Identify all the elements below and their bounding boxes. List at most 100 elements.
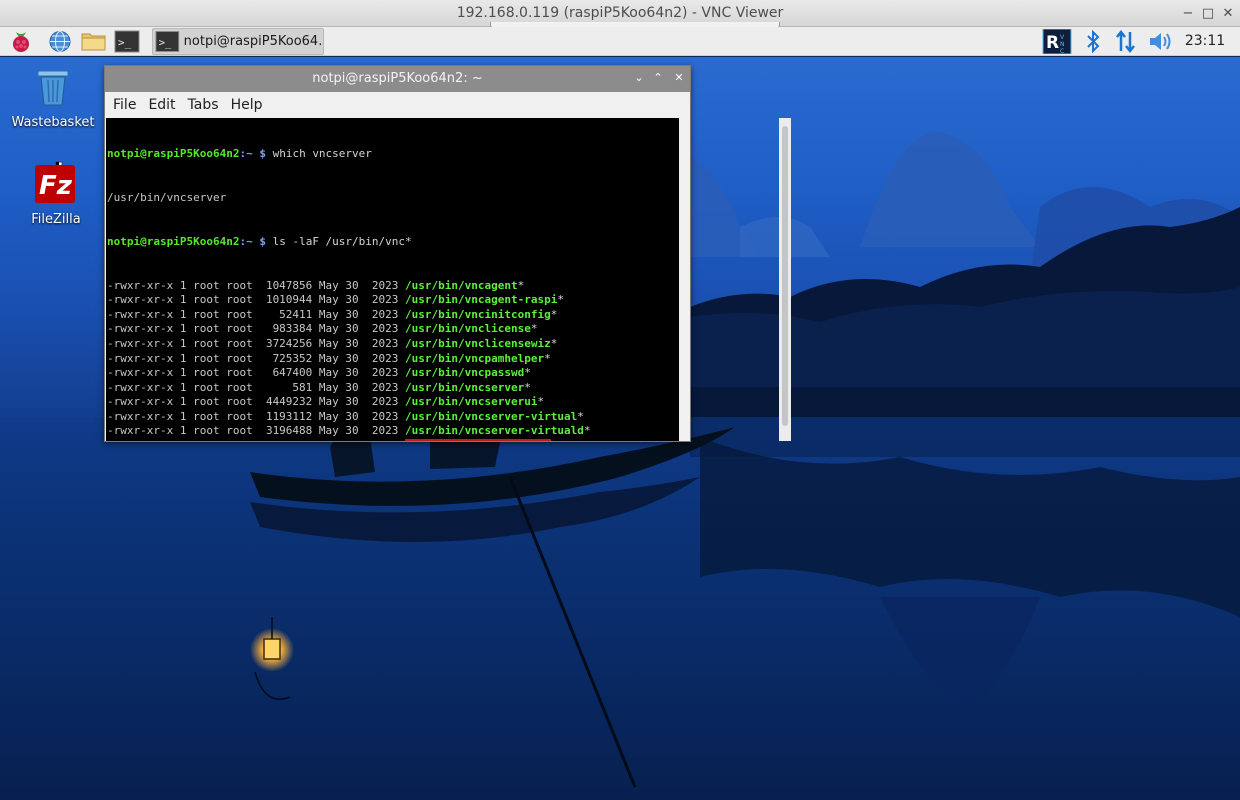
listing-meta: -rwsr-xr-x 1 root root 1606456 May 30 20…	[107, 439, 405, 441]
executable-marker: *	[530, 322, 538, 336]
listing-row: -rwxr-xr-x 1 root root 3196488 May 30 20…	[107, 424, 679, 439]
volume-icon[interactable]	[1147, 29, 1173, 54]
task-button-label: notpi@raspiP5Koo64...	[183, 34, 323, 49]
terminal-command-line: notpi@raspiP5Koo64n2:~ $ which vncserver	[107, 147, 679, 162]
desktop-wastebasket[interactable]: Wastebasket	[8, 67, 98, 130]
terminal-minimize-button[interactable]: ⌄	[631, 70, 647, 86]
executable-marker: *	[524, 380, 531, 394]
terminal-title: notpi@raspiP5Koo64n2: ~	[312, 71, 483, 86]
terminal-titlebar[interactable]: notpi@raspiP5Koo64n2: ~ ⌄ ⌃ ✕	[105, 66, 690, 92]
prompt-path: :~ $	[239, 234, 266, 248]
listing-file: /usr/bin/vnclicense	[405, 322, 531, 336]
listing-file: /usr/bin/vncpasswd	[405, 366, 525, 380]
terminal-scrollbar-thumb[interactable]	[782, 126, 788, 426]
file-listing: -rwxr-xr-x 1 root root 1047856 May 30 20…	[107, 279, 679, 441]
svg-text:N: N	[1060, 41, 1065, 48]
terminal-output[interactable]: notpi@raspiP5Koo64n2:~ $ which vncserver…	[106, 118, 679, 441]
svg-text:Fz: Fz	[39, 171, 73, 201]
listing-row: -rwxr-xr-x 1 root root 725352 May 30 202…	[107, 352, 679, 367]
svg-text:>_: >_	[118, 36, 132, 49]
file-manager-icon[interactable]	[80, 29, 106, 54]
listing-row: -rwxr-xr-x 1 root root 52411 May 30 2023…	[107, 308, 679, 323]
desktop[interactable]: Wastebasket Fz FileZilla notpi@raspiP5Ko…	[0, 57, 1240, 800]
listing-file: /usr/bin/vncserver	[405, 380, 525, 394]
terminal-window[interactable]: notpi@raspiP5Koo64n2: ~ ⌄ ⌃ ✕ File Edit …	[104, 65, 791, 442]
listing-meta: -rwxr-xr-x 1 root root 983384 May 30 202…	[107, 322, 406, 336]
listing-row: -rwxr-xr-x 1 root root 1010944 May 30 20…	[107, 293, 679, 308]
filezilla-icon: Fz	[35, 161, 75, 203]
listing-meta: -rwxr-xr-x 1 root root 52411 May 30 2023	[107, 307, 406, 321]
vnc-minimize-button[interactable]: −	[1178, 4, 1198, 24]
raspberry-menu-icon[interactable]	[8, 29, 34, 54]
realvnc-icon[interactable]: R V N C	[1042, 28, 1072, 55]
listing-row: -rwxr-xr-x 1 root root 647400 May 30 202…	[107, 366, 679, 381]
svg-text:R: R	[1046, 33, 1059, 53]
vnc-maximize-button[interactable]: □	[1198, 4, 1218, 24]
executable-marker: *	[537, 395, 545, 409]
executable-marker: *	[517, 278, 525, 292]
listing-file: /usr/bin/vnclicensewiz	[405, 336, 551, 350]
desktop-filezilla[interactable]: Fz FileZilla	[11, 160, 101, 227]
listing-file: /usr/bin/vncserver-virtuald	[405, 424, 584, 438]
executable-marker: *	[583, 424, 591, 438]
listing-meta: -rwxr-xr-x 1 root root 4449232 May 30 20…	[107, 395, 406, 409]
listing-meta: -rwxr-xr-x 1 root root 581 May 30 2023	[107, 380, 406, 394]
listing-file-setuid: /usr/bin/vncserver-x11	[405, 439, 551, 441]
svg-text:C: C	[1060, 48, 1064, 54]
listing-file: /usr/bin/vncserver-virtual	[405, 409, 578, 423]
listing-meta: -rwxr-xr-x 1 root root 3196488 May 30 20…	[107, 424, 406, 438]
listing-row: -rwxr-xr-x 1 root root 581 May 30 2023 /…	[107, 381, 679, 396]
listing-row: -rwxr-xr-x 1 root root 983384 May 30 202…	[107, 322, 679, 337]
terminal-command-line: notpi@raspiP5Koo64n2:~ $ ls -laF /usr/bi…	[107, 235, 679, 250]
listing-row: -rwxr-xr-x 1 root root 1047856 May 30 20…	[107, 279, 679, 294]
wastebasket-icon	[37, 70, 69, 106]
executable-marker: *	[551, 439, 558, 441]
listing-file: /usr/bin/vncinitconfig	[405, 307, 551, 321]
terminal-menubar: File Edit Tabs Help	[105, 92, 690, 117]
menu-edit[interactable]: Edit	[142, 97, 181, 113]
listing-row: -rwsr-xr-x 1 root root 1606456 May 30 20…	[107, 439, 679, 441]
vnc-window-title: 192.168.0.119 (raspiP5Koo64n2) - VNC Vie…	[456, 5, 784, 21]
vnc-close-button[interactable]: ✕	[1218, 4, 1238, 24]
bluetooth-icon[interactable]	[1080, 29, 1106, 54]
svg-text:>_: >_	[159, 37, 172, 49]
listing-meta: -rwxr-xr-x 1 root root 3724256 May 30 20…	[107, 336, 406, 350]
menu-tabs[interactable]: Tabs	[182, 97, 225, 113]
listing-file: /usr/bin/vncagent-raspi	[405, 293, 558, 307]
network-icon[interactable]	[1113, 29, 1139, 54]
terminal-scrollbar[interactable]	[779, 118, 791, 441]
executable-marker: *	[577, 409, 584, 423]
listing-row: -rwxr-xr-x 1 root root 1193112 May 30 20…	[107, 410, 679, 425]
menu-file[interactable]: File	[107, 97, 142, 113]
desktop-item-label: Wastebasket	[11, 115, 95, 130]
executable-marker: *	[550, 336, 558, 350]
vnc-titlebar[interactable]: 192.168.0.119 (raspiP5Koo64n2) - VNC Vie…	[0, 0, 1240, 28]
web-browser-icon[interactable]	[47, 29, 73, 54]
terminal-task-icon: >_	[155, 31, 180, 52]
command-text: which vncserver	[272, 147, 372, 161]
terminal-maximize-button[interactable]: ⌃	[650, 70, 666, 86]
listing-row: -rwxr-xr-x 1 root root 3724256 May 30 20…	[107, 337, 679, 352]
prompt-user: notpi@raspiP5Koo64n2	[107, 234, 240, 248]
desktop-item-label: FileZilla	[31, 212, 81, 227]
prompt-user: notpi@raspiP5Koo64n2	[107, 147, 240, 161]
listing-file: /usr/bin/vncserverui	[405, 395, 538, 409]
listing-file: /usr/bin/vncpamhelper	[405, 351, 545, 365]
listing-file: /usr/bin/vncagent	[405, 278, 518, 292]
listing-meta: -rwxr-xr-x 1 root root 1047856 May 30 20…	[107, 278, 406, 292]
listing-meta: -rwxr-xr-x 1 root root 647400 May 30 202…	[107, 366, 406, 380]
menu-help[interactable]: Help	[225, 97, 269, 113]
taskbar-terminal-task[interactable]: >_ notpi@raspiP5Koo64...	[152, 28, 324, 55]
executable-marker: *	[544, 351, 551, 365]
taskbar: >_ >_ notpi@raspiP5Koo64... R V N C 23:1…	[0, 27, 1240, 56]
clock[interactable]: 23:11	[1180, 33, 1230, 49]
which-output: /usr/bin/vncserver	[107, 190, 227, 204]
listing-meta: -rwxr-xr-x 1 root root 725352 May 30 202…	[107, 351, 406, 365]
executable-marker: *	[557, 293, 564, 307]
command-text: ls -laF /usr/bin/vnc*	[272, 234, 412, 248]
prompt-path: :~ $	[239, 147, 266, 161]
terminal-icon[interactable]: >_	[114, 29, 140, 54]
executable-marker: *	[524, 366, 531, 380]
terminal-close-button[interactable]: ✕	[671, 70, 687, 86]
listing-meta: -rwxr-xr-x 1 root root 1193112 May 30 20…	[107, 409, 406, 423]
